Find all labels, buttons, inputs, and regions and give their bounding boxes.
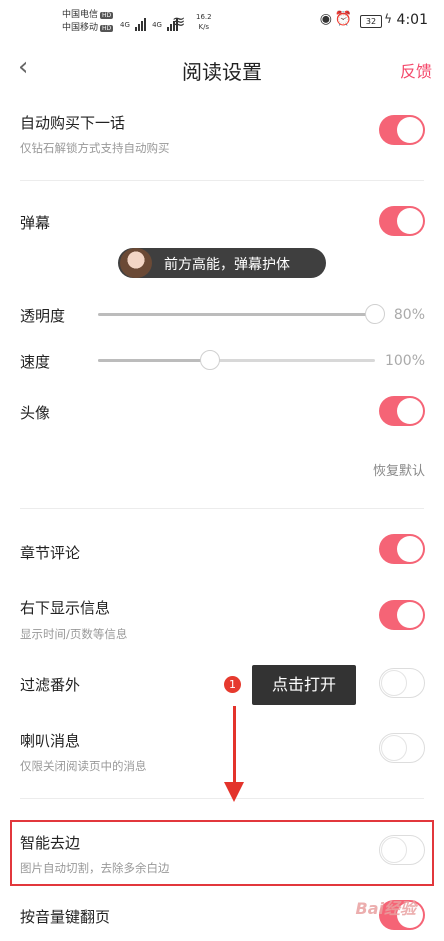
speaker-msg-toggle[interactable]	[379, 733, 425, 763]
clock: 4:01	[396, 12, 428, 28]
reset-default-link[interactable]: 恢复默认	[373, 460, 425, 479]
volume-key-label: 按音量键翻页	[20, 908, 111, 926]
speed-slider-fill	[98, 359, 210, 362]
filter-extra-toggle[interactable]	[379, 668, 425, 698]
filter-extra-label: 过滤番外	[20, 676, 81, 694]
alarm-icon: ⏰	[334, 11, 352, 27]
divider	[20, 508, 424, 509]
step-badge: 1	[224, 676, 241, 693]
opacity-slider-handle[interactable]	[365, 304, 385, 324]
hd-badge-2: HD	[100, 25, 114, 32]
speed-value: 100%	[384, 353, 425, 369]
avatar-label: 头像	[20, 404, 51, 422]
speed-unit: K/s	[198, 23, 210, 31]
speed-value: 16.2	[196, 13, 212, 21]
carrier-2: 中国移动 HD	[62, 23, 114, 34]
danmaku-preview-text: 前方高能，弹幕护体	[164, 257, 290, 273]
speed-label: 速度	[20, 353, 51, 371]
carrier-1: 中国电信 HD	[62, 10, 114, 21]
bottom-right-info-toggle[interactable]	[379, 600, 425, 630]
battery-icon: 32	[360, 15, 382, 28]
eye-icon: ◉	[319, 11, 332, 27]
danmaku-toggle[interactable]	[379, 206, 425, 236]
chapter-comment-toggle[interactable]	[379, 534, 425, 564]
page-title: 阅读设置	[182, 60, 262, 84]
opacity-slider-track[interactable]	[98, 313, 375, 316]
auto-buy-sub: 仅钻石解锁方式支持自动购买	[20, 141, 170, 155]
danmaku-preview: 前方高能，弹幕护体	[118, 248, 326, 278]
opacity-label: 透明度	[20, 307, 66, 325]
hd-badge: HD	[100, 12, 114, 19]
wifi-icon: ≋	[172, 12, 186, 31]
carrier-2-name: 中国移动	[62, 23, 99, 33]
network-type-2: 4G	[152, 21, 162, 29]
battery-level: 32	[365, 17, 377, 26]
danmaku-label: 弹幕	[20, 214, 51, 232]
speaker-msg-sub: 仅限关闭阅读页中的消息	[20, 759, 147, 773]
avatar-toggle[interactable]	[379, 396, 425, 426]
speaker-msg-label: 喇叭消息	[20, 732, 81, 750]
instruction-tooltip: 点击打开	[252, 665, 356, 705]
highlight-box	[10, 820, 434, 886]
bottom-right-info-label: 右下显示信息	[20, 599, 111, 617]
charging-icon: ϟ	[384, 12, 392, 26]
carrier-1-name: 中国电信	[62, 10, 99, 20]
divider	[20, 798, 424, 799]
arrow-head-icon	[224, 782, 244, 802]
feedback-link[interactable]: 反馈	[400, 58, 432, 82]
watermark: Bai经验	[355, 899, 416, 918]
opacity-value: 80%	[393, 307, 425, 323]
bottom-right-info-sub: 显示时间/页数等信息	[20, 627, 128, 641]
auto-buy-toggle[interactable]	[379, 115, 425, 145]
signal-icon: 4G 4G	[120, 12, 179, 31]
speed-slider-handle[interactable]	[200, 350, 220, 370]
arrow-down-icon	[233, 706, 236, 786]
network-speed: 16.2 K/s	[196, 12, 212, 32]
chapter-comment-label: 章节评论	[20, 544, 81, 562]
network-type: 4G	[120, 21, 130, 29]
avatar	[120, 248, 152, 278]
auto-buy-label: 自动购买下一话	[20, 114, 126, 132]
divider	[20, 180, 424, 181]
